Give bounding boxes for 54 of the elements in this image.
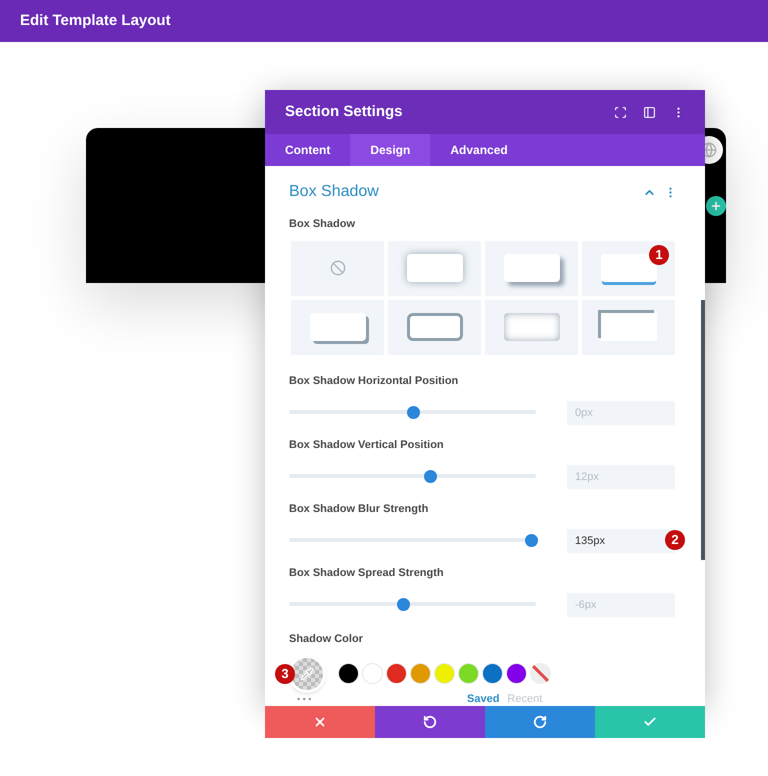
color-swatch[interactable] [362,663,383,684]
slider-thumb[interactable] [525,534,538,546]
eyedropper-icon [300,666,314,680]
value-field[interactable]: -6px [567,592,675,616]
slider-thumb[interactable] [424,470,437,482]
field-label: Box Shadow Horizontal Position [289,374,460,388]
color-swatch[interactable] [458,663,479,684]
tab[interactable]: Advanced [430,134,528,166]
shadow-preset[interactable]: 1 [582,240,675,296]
slider[interactable] [289,534,536,546]
field-label: Box Shadow Vertical Position [289,438,445,452]
shadow-preset[interactable] [582,300,675,354]
color-swatch[interactable] [434,663,455,684]
color-picker[interactable] [291,658,323,690]
tab[interactable]: Content [265,134,350,166]
add-icon[interactable] [706,196,726,216]
checkmark-icon [643,715,657,729]
slider-thumb[interactable] [396,598,410,610]
tab[interactable]: Design [350,134,430,166]
annotation-badge: 3 [275,664,295,684]
color-swatch[interactable] [386,663,407,684]
scrollbar[interactable] [701,300,705,560]
slider-thumb[interactable] [406,406,420,418]
color-swatch[interactable] [482,663,503,684]
redo-icon [533,715,547,729]
none-icon [330,260,346,276]
no-color-swatch[interactable] [530,663,551,684]
slider[interactable] [289,406,536,418]
value-field[interactable]: 12px [567,464,675,488]
color-swatch[interactable] [338,663,359,684]
field-label: Box Shadow [289,217,356,232]
modal-title: Section Settings [285,102,404,122]
undo-icon [423,715,437,729]
slider[interactable] [289,598,536,610]
shadow-preset[interactable] [291,300,384,354]
more-colors[interactable]: • • • [297,692,467,704]
slider[interactable] [289,470,536,482]
focus-icon[interactable] [614,106,627,118]
sidebar-icon[interactable] [643,106,656,118]
field-label: Box Shadow Blur Strength [289,502,430,516]
color-swatch[interactable] [410,663,431,684]
color-swatch[interactable] [506,663,527,684]
undo-button[interactable] [375,706,485,738]
field-label: Shadow Color [289,632,364,646]
page-title: Edit Template Layout [20,10,171,31]
annotation-badge: 1 [649,244,669,264]
annotation-badge: 2 [665,530,685,550]
shadow-preset[interactable] [388,300,481,354]
value-field[interactable]: 0px [567,400,675,424]
section-title[interactable]: Box Shadow [289,180,643,204]
close-icon [313,715,327,729]
shadow-preset[interactable] [485,240,578,296]
palette-tab[interactable]: Saved [467,692,500,704]
field-label: Box Shadow Spread Strength [289,566,445,580]
